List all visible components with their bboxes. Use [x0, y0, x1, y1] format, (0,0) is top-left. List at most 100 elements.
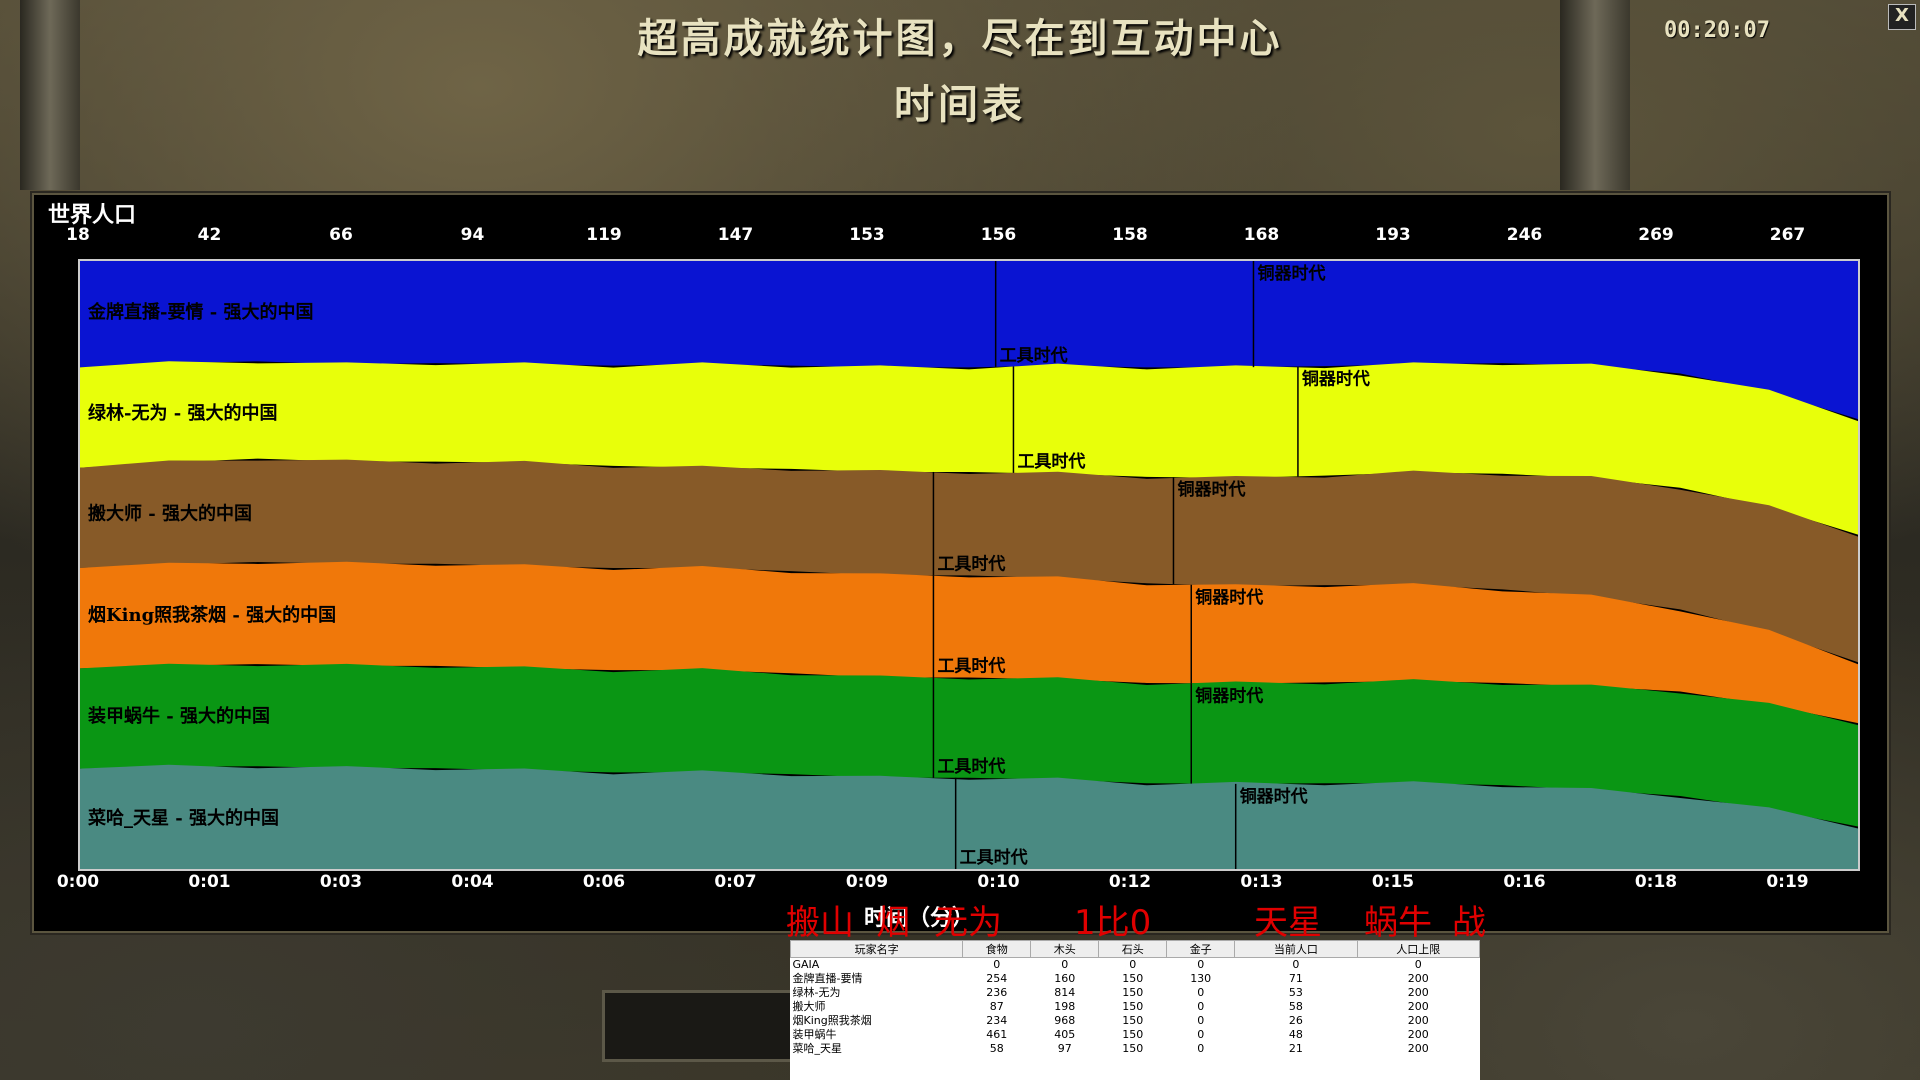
- game-clock: 00:20:07: [1664, 18, 1770, 43]
- stat-cell: 234: [986, 1014, 1008, 1027]
- col-header-population: 当前人口: [1234, 940, 1358, 958]
- menu-button-frame[interactable]: [602, 990, 796, 1062]
- stat-cell: 150: [1122, 1042, 1144, 1055]
- table-row: GAIA 0 0 0 0 0 0: [791, 958, 1480, 973]
- table-row: 菜哈_天星 58 97 150 0 21 200: [791, 1042, 1480, 1056]
- time-tick-label: 0:19: [1766, 872, 1809, 892]
- time-tick-label: 0:15: [1371, 872, 1415, 892]
- stat-cell: 21: [1288, 1042, 1303, 1055]
- stat-cell: 53: [1288, 986, 1303, 999]
- stat-cell: 0: [1061, 958, 1069, 971]
- time-tick-label: 0:09: [845, 872, 889, 892]
- player-name-cell: 绿林-无为: [792, 986, 841, 999]
- stat-cell: 150: [1122, 1014, 1144, 1027]
- player-name-cell: 菜哈_天星: [792, 1042, 843, 1055]
- stacked-area-chart: 金牌直播-要情 - 强大的中国绿林-无为 - 强大的中国搬大师 - 强大的中国烟…: [80, 261, 1858, 869]
- population-tick-label: 66: [329, 225, 353, 245]
- stat-cell: 200: [1407, 1028, 1429, 1041]
- player-name-cell: 搬大师: [792, 1000, 826, 1013]
- time-tick-label: 0:13: [1240, 872, 1283, 892]
- stat-cell: 236: [986, 986, 1008, 999]
- population-tick-label: 193: [1375, 225, 1411, 245]
- table-row: 烟King照我茶烟 234 968 150 0 26 200: [791, 1014, 1480, 1028]
- stat-cell: 130: [1190, 972, 1212, 985]
- population-tick-label: 269: [1638, 225, 1674, 245]
- population-tick-label: 94: [460, 225, 485, 245]
- stat-cell: 0: [1197, 1000, 1205, 1013]
- overlay-word: 搬山: [786, 903, 854, 943]
- stat-cell: 0: [1197, 1042, 1205, 1055]
- player-name-cell: GAIA: [792, 958, 820, 971]
- stat-cell: 71: [1288, 972, 1303, 985]
- stat-cell: 150: [1122, 986, 1144, 999]
- age-marker-label: 铜器时代: [1257, 263, 1325, 284]
- age-marker-label: 铜器时代: [1177, 479, 1245, 500]
- overlay-word: 蜗牛: [1364, 903, 1432, 943]
- population-tick-label: 153: [849, 225, 885, 245]
- age-marker-label: 工具时代: [1017, 451, 1085, 472]
- population-tick-label: 158: [1112, 225, 1148, 245]
- age-marker-label: 铜器时代: [1240, 786, 1308, 807]
- col-header-gold: 金子: [1166, 940, 1236, 958]
- stat-cell: 0: [1292, 958, 1300, 971]
- age-marker-label: 工具时代: [937, 756, 1005, 777]
- series-label: 装甲蜗牛 - 强大的中国: [88, 705, 270, 727]
- age-marker-label: 工具时代: [960, 847, 1028, 868]
- table-row: 搬大师 87 198 150 0 58 200: [791, 1000, 1480, 1014]
- time-tick-label: 0:07: [714, 872, 757, 892]
- stat-cell: 200: [1407, 1042, 1429, 1055]
- col-header-stone: 石头: [1098, 940, 1168, 958]
- stat-cell: 405: [1054, 1028, 1076, 1041]
- player-name-cell: 烟King照我茶烟: [792, 1014, 872, 1027]
- stat-cell: 0: [993, 958, 1001, 971]
- stat-cell: 200: [1407, 986, 1429, 999]
- stat-cell: 254: [986, 972, 1008, 985]
- stat-cell: 200: [1407, 1014, 1429, 1027]
- age-marker-label: 工具时代: [937, 553, 1005, 574]
- table-row: 装甲蜗牛 461 405 150 0 48 200: [791, 1028, 1480, 1042]
- stat-cell: 198: [1054, 1000, 1076, 1013]
- stat-cell: 0: [1197, 986, 1205, 999]
- stat-cell: 0: [1129, 958, 1137, 971]
- page-title: 超高成就统计图，尽在到互动中心: [637, 15, 1283, 62]
- stat-cell: 150: [1122, 972, 1144, 985]
- population-tick-label: 246: [1506, 225, 1543, 245]
- time-tick-label: 0:00: [56, 872, 100, 892]
- age-marker-label: 铜器时代: [1302, 369, 1370, 390]
- series-label: 搬大师 - 强大的中国: [88, 503, 252, 525]
- overlay-word: 1比0: [1074, 903, 1152, 943]
- player-name-cell: 装甲蜗牛: [792, 1028, 837, 1041]
- overlay-word: 战: [1452, 903, 1486, 943]
- stat-cell: 0: [1197, 1028, 1205, 1041]
- population-tick-label: 267: [1769, 225, 1806, 245]
- time-tick-label: 0:10: [977, 872, 1020, 892]
- time-tick-label: 0:01: [188, 872, 231, 892]
- stat-cell: 0: [1414, 958, 1422, 971]
- close-button[interactable]: X: [1888, 4, 1916, 30]
- series-label: 菜哈_天星 - 强大的中国: [87, 807, 279, 829]
- col-header-food: 食物: [962, 940, 1032, 958]
- stat-cell: 0: [1197, 958, 1205, 971]
- population-tick-label: 42: [197, 225, 222, 245]
- stat-cell: 48: [1288, 1028, 1303, 1041]
- chart-plot-area: 金牌直播-要情 - 强大的中国 绿林-无为 - 强大的中国 搬大师 - 强大的中国烟…: [78, 259, 1860, 871]
- stat-cell: 26: [1288, 1014, 1303, 1027]
- stat-cell: 87: [989, 1000, 1004, 1013]
- stat-cell: 97: [1057, 1042, 1072, 1055]
- series-label: 烟King照我茶烟 - 强大的中国: [88, 604, 336, 626]
- series-label: 金牌直播-要情 - 强大的中国: [87, 301, 313, 323]
- time-tick-label: 0:18: [1634, 872, 1678, 892]
- table-row: 金牌直播-要情 254 160 150 130 71 200: [791, 972, 1480, 986]
- stat-cell: 200: [1407, 1000, 1429, 1013]
- age-marker-label: 铜器时代: [1195, 685, 1263, 706]
- stat-cell: 150: [1122, 1000, 1144, 1013]
- col-header-pop-cap: 人口上限: [1356, 940, 1481, 958]
- chart-label: 世界人口: [48, 203, 137, 228]
- age-marker-label: 工具时代: [1000, 345, 1068, 366]
- table-row: 绿林-无为 236 814 150 0 53 200: [791, 986, 1480, 1000]
- time-tick-label: 0:04: [451, 872, 494, 892]
- stat-cell: 968: [1054, 1014, 1076, 1027]
- stat-cell: 58: [989, 1042, 1004, 1055]
- stat-cell: 58: [1288, 1000, 1303, 1013]
- player-stats-table: 玩家名字 食物 木头 石头 金子 当前人口 人口上限 GAIA 0 0 0 0 0 0 金牌直…: [789, 940, 1481, 1080]
